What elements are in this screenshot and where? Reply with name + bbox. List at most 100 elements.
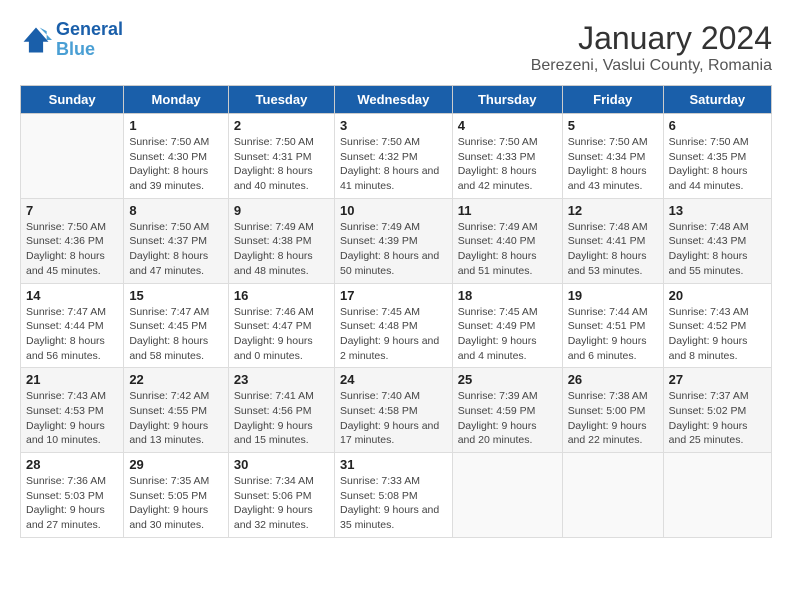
calendar-day-cell: 17 Sunrise: 7:45 AMSunset: 4:48 PMDayligh… — [334, 283, 452, 368]
day-info: Sunrise: 7:50 AMSunset: 4:33 PMDaylight:… — [458, 135, 557, 194]
day-info: Sunrise: 7:50 AMSunset: 4:32 PMDaylight:… — [340, 135, 447, 194]
day-info: Sunrise: 7:45 AMSunset: 4:48 PMDaylight:… — [340, 305, 447, 364]
calendar-day-cell: 11 Sunrise: 7:49 AMSunset: 4:40 PMDayligh… — [452, 198, 562, 283]
calendar-day-cell: 15 Sunrise: 7:47 AMSunset: 4:45 PMDayligh… — [124, 283, 229, 368]
day-number: 16 — [234, 288, 329, 303]
day-number: 3 — [340, 118, 447, 133]
day-info: Sunrise: 7:50 AMSunset: 4:34 PMDaylight:… — [568, 135, 658, 194]
day-number: 23 — [234, 372, 329, 387]
calendar-week-row: 7Sunrise: 7:50 AMSunset: 4:36 PMDaylight… — [21, 198, 772, 283]
calendar-week-row: 28Sunrise: 7:36 AMSunset: 5:03 PMDayligh… — [21, 453, 772, 538]
calendar-day-cell: 18 Sunrise: 7:45 AMSunset: 4:49 PMDayligh… — [452, 283, 562, 368]
day-number: 30 — [234, 457, 329, 472]
day-number: 25 — [458, 372, 557, 387]
day-info: Sunrise: 7:50 AMSunset: 4:37 PMDaylight:… — [129, 220, 223, 279]
calendar-day-cell: 4 Sunrise: 7:50 AMSunset: 4:33 PMDaylight… — [452, 114, 562, 199]
day-info: Sunrise: 7:48 AMSunset: 4:43 PMDaylight:… — [669, 220, 766, 279]
weekday-header: Friday — [562, 86, 663, 114]
day-info: Sunrise: 7:35 AMSunset: 5:05 PMDaylight:… — [129, 474, 223, 533]
day-info: Sunrise: 7:41 AMSunset: 4:56 PMDaylight:… — [234, 389, 329, 448]
calendar-day-cell: 6 Sunrise: 7:50 AMSunset: 4:35 PMDaylight… — [663, 114, 771, 199]
weekday-header: Saturday — [663, 86, 771, 114]
day-number: 1 — [129, 118, 223, 133]
calendar-day-cell: 21Sunrise: 7:43 AMSunset: 4:53 PMDayligh… — [21, 368, 124, 453]
page-title: January 2024 — [531, 20, 772, 57]
day-number: 27 — [669, 372, 766, 387]
day-info: Sunrise: 7:50 AMSunset: 4:36 PMDaylight:… — [26, 220, 118, 279]
calendar-day-cell — [452, 453, 562, 538]
day-info: Sunrise: 7:45 AMSunset: 4:49 PMDaylight:… — [458, 305, 557, 364]
day-number: 9 — [234, 203, 329, 218]
day-number: 19 — [568, 288, 658, 303]
calendar-day-cell: 5 Sunrise: 7:50 AMSunset: 4:34 PMDaylight… — [562, 114, 663, 199]
day-number: 17 — [340, 288, 447, 303]
page-subtitle: Berezeni, Vaslui County, Romania — [531, 57, 772, 75]
day-number: 2 — [234, 118, 329, 133]
day-info: Sunrise: 7:43 AMSunset: 4:53 PMDaylight:… — [26, 389, 118, 448]
day-number: 26 — [568, 372, 658, 387]
day-number: 18 — [458, 288, 557, 303]
calendar-day-cell: 25 Sunrise: 7:39 AMSunset: 4:59 PMDayligh… — [452, 368, 562, 453]
calendar-day-cell: 3 Sunrise: 7:50 AMSunset: 4:32 PMDaylight… — [334, 114, 452, 199]
calendar-day-cell: 29 Sunrise: 7:35 AMSunset: 5:05 PMDayligh… — [124, 453, 229, 538]
day-info: Sunrise: 7:49 AMSunset: 4:38 PMDaylight:… — [234, 220, 329, 279]
calendar-day-cell: 30 Sunrise: 7:34 AMSunset: 5:06 PMDayligh… — [228, 453, 334, 538]
day-info: Sunrise: 7:47 AMSunset: 4:45 PMDaylight:… — [129, 305, 223, 364]
day-number: 10 — [340, 203, 447, 218]
day-info: Sunrise: 7:48 AMSunset: 4:41 PMDaylight:… — [568, 220, 658, 279]
day-number: 14 — [26, 288, 118, 303]
day-info: Sunrise: 7:38 AMSunset: 5:00 PMDaylight:… — [568, 389, 658, 448]
calendar-day-cell: 7Sunrise: 7:50 AMSunset: 4:36 PMDaylight… — [21, 198, 124, 283]
calendar-day-cell: 16 Sunrise: 7:46 AMSunset: 4:47 PMDayligh… — [228, 283, 334, 368]
day-number: 22 — [129, 372, 223, 387]
day-number: 31 — [340, 457, 447, 472]
calendar-day-cell: 19Sunrise: 7:44 AMSunset: 4:51 PMDayligh… — [562, 283, 663, 368]
day-info: Sunrise: 7:33 AMSunset: 5:08 PMDaylight:… — [340, 474, 447, 533]
day-info: Sunrise: 7:49 AMSunset: 4:40 PMDaylight:… — [458, 220, 557, 279]
day-number: 15 — [129, 288, 223, 303]
calendar-day-cell: 23 Sunrise: 7:41 AMSunset: 4:56 PMDayligh… — [228, 368, 334, 453]
day-number: 29 — [129, 457, 223, 472]
day-number: 12 — [568, 203, 658, 218]
day-info: Sunrise: 7:46 AMSunset: 4:47 PMDaylight:… — [234, 305, 329, 364]
weekday-header: Monday — [124, 86, 229, 114]
day-info: Sunrise: 7:34 AMSunset: 5:06 PMDaylight:… — [234, 474, 329, 533]
calendar-day-cell: 13 Sunrise: 7:48 AMSunset: 4:43 PMDayligh… — [663, 198, 771, 283]
day-info: Sunrise: 7:39 AMSunset: 4:59 PMDaylight:… — [458, 389, 557, 448]
day-number: 24 — [340, 372, 447, 387]
day-number: 20 — [669, 288, 766, 303]
logo-text: General Blue — [56, 20, 123, 60]
calendar-day-cell: 10 Sunrise: 7:49 AMSunset: 4:39 PMDayligh… — [334, 198, 452, 283]
day-number: 6 — [669, 118, 766, 133]
calendar-day-cell: 24Sunrise: 7:40 AMSunset: 4:58 PMDayligh… — [334, 368, 452, 453]
day-number: 13 — [669, 203, 766, 218]
weekday-header: Tuesday — [228, 86, 334, 114]
day-info: Sunrise: 7:50 AMSunset: 4:31 PMDaylight:… — [234, 135, 329, 194]
calendar-day-cell: 14 Sunrise: 7:47 AMSunset: 4:44 PMDayligh… — [21, 283, 124, 368]
calendar-table: SundayMondayTuesdayWednesdayThursdayFrid… — [20, 85, 772, 538]
calendar-week-row: 21Sunrise: 7:43 AMSunset: 4:53 PMDayligh… — [21, 368, 772, 453]
calendar-day-cell: 20 Sunrise: 7:43 AMSunset: 4:52 PMDayligh… — [663, 283, 771, 368]
calendar-day-cell: 9 Sunrise: 7:49 AMSunset: 4:38 PMDaylight… — [228, 198, 334, 283]
weekday-header: Sunday — [21, 86, 124, 114]
logo-icon — [20, 24, 52, 56]
day-number: 11 — [458, 203, 557, 218]
day-info: Sunrise: 7:50 AMSunset: 4:30 PMDaylight:… — [129, 135, 223, 194]
calendar-day-cell — [562, 453, 663, 538]
page-header: General Blue January 2024 Berezeni, Vasl… — [20, 20, 772, 75]
calendar-day-cell: 8Sunrise: 7:50 AMSunset: 4:37 PMDaylight… — [124, 198, 229, 283]
calendar-day-cell — [21, 114, 124, 199]
calendar-header-row: SundayMondayTuesdayWednesdayThursdayFrid… — [21, 86, 772, 114]
day-info: Sunrise: 7:37 AMSunset: 5:02 PMDaylight:… — [669, 389, 766, 448]
day-info: Sunrise: 7:43 AMSunset: 4:52 PMDaylight:… — [669, 305, 766, 364]
calendar-day-cell: 12 Sunrise: 7:48 AMSunset: 4:41 PMDayligh… — [562, 198, 663, 283]
day-info: Sunrise: 7:49 AMSunset: 4:39 PMDaylight:… — [340, 220, 447, 279]
day-info: Sunrise: 7:47 AMSunset: 4:44 PMDaylight:… — [26, 305, 118, 364]
calendar-day-cell: 27 Sunrise: 7:37 AMSunset: 5:02 PMDayligh… — [663, 368, 771, 453]
calendar-day-cell: 1 Sunrise: 7:50 AMSunset: 4:30 PMDaylight… — [124, 114, 229, 199]
calendar-week-row: 14 Sunrise: 7:47 AMSunset: 4:44 PMDayligh… — [21, 283, 772, 368]
weekday-header: Thursday — [452, 86, 562, 114]
day-info: Sunrise: 7:50 AMSunset: 4:35 PMDaylight:… — [669, 135, 766, 194]
day-number: 5 — [568, 118, 658, 133]
day-number: 4 — [458, 118, 557, 133]
